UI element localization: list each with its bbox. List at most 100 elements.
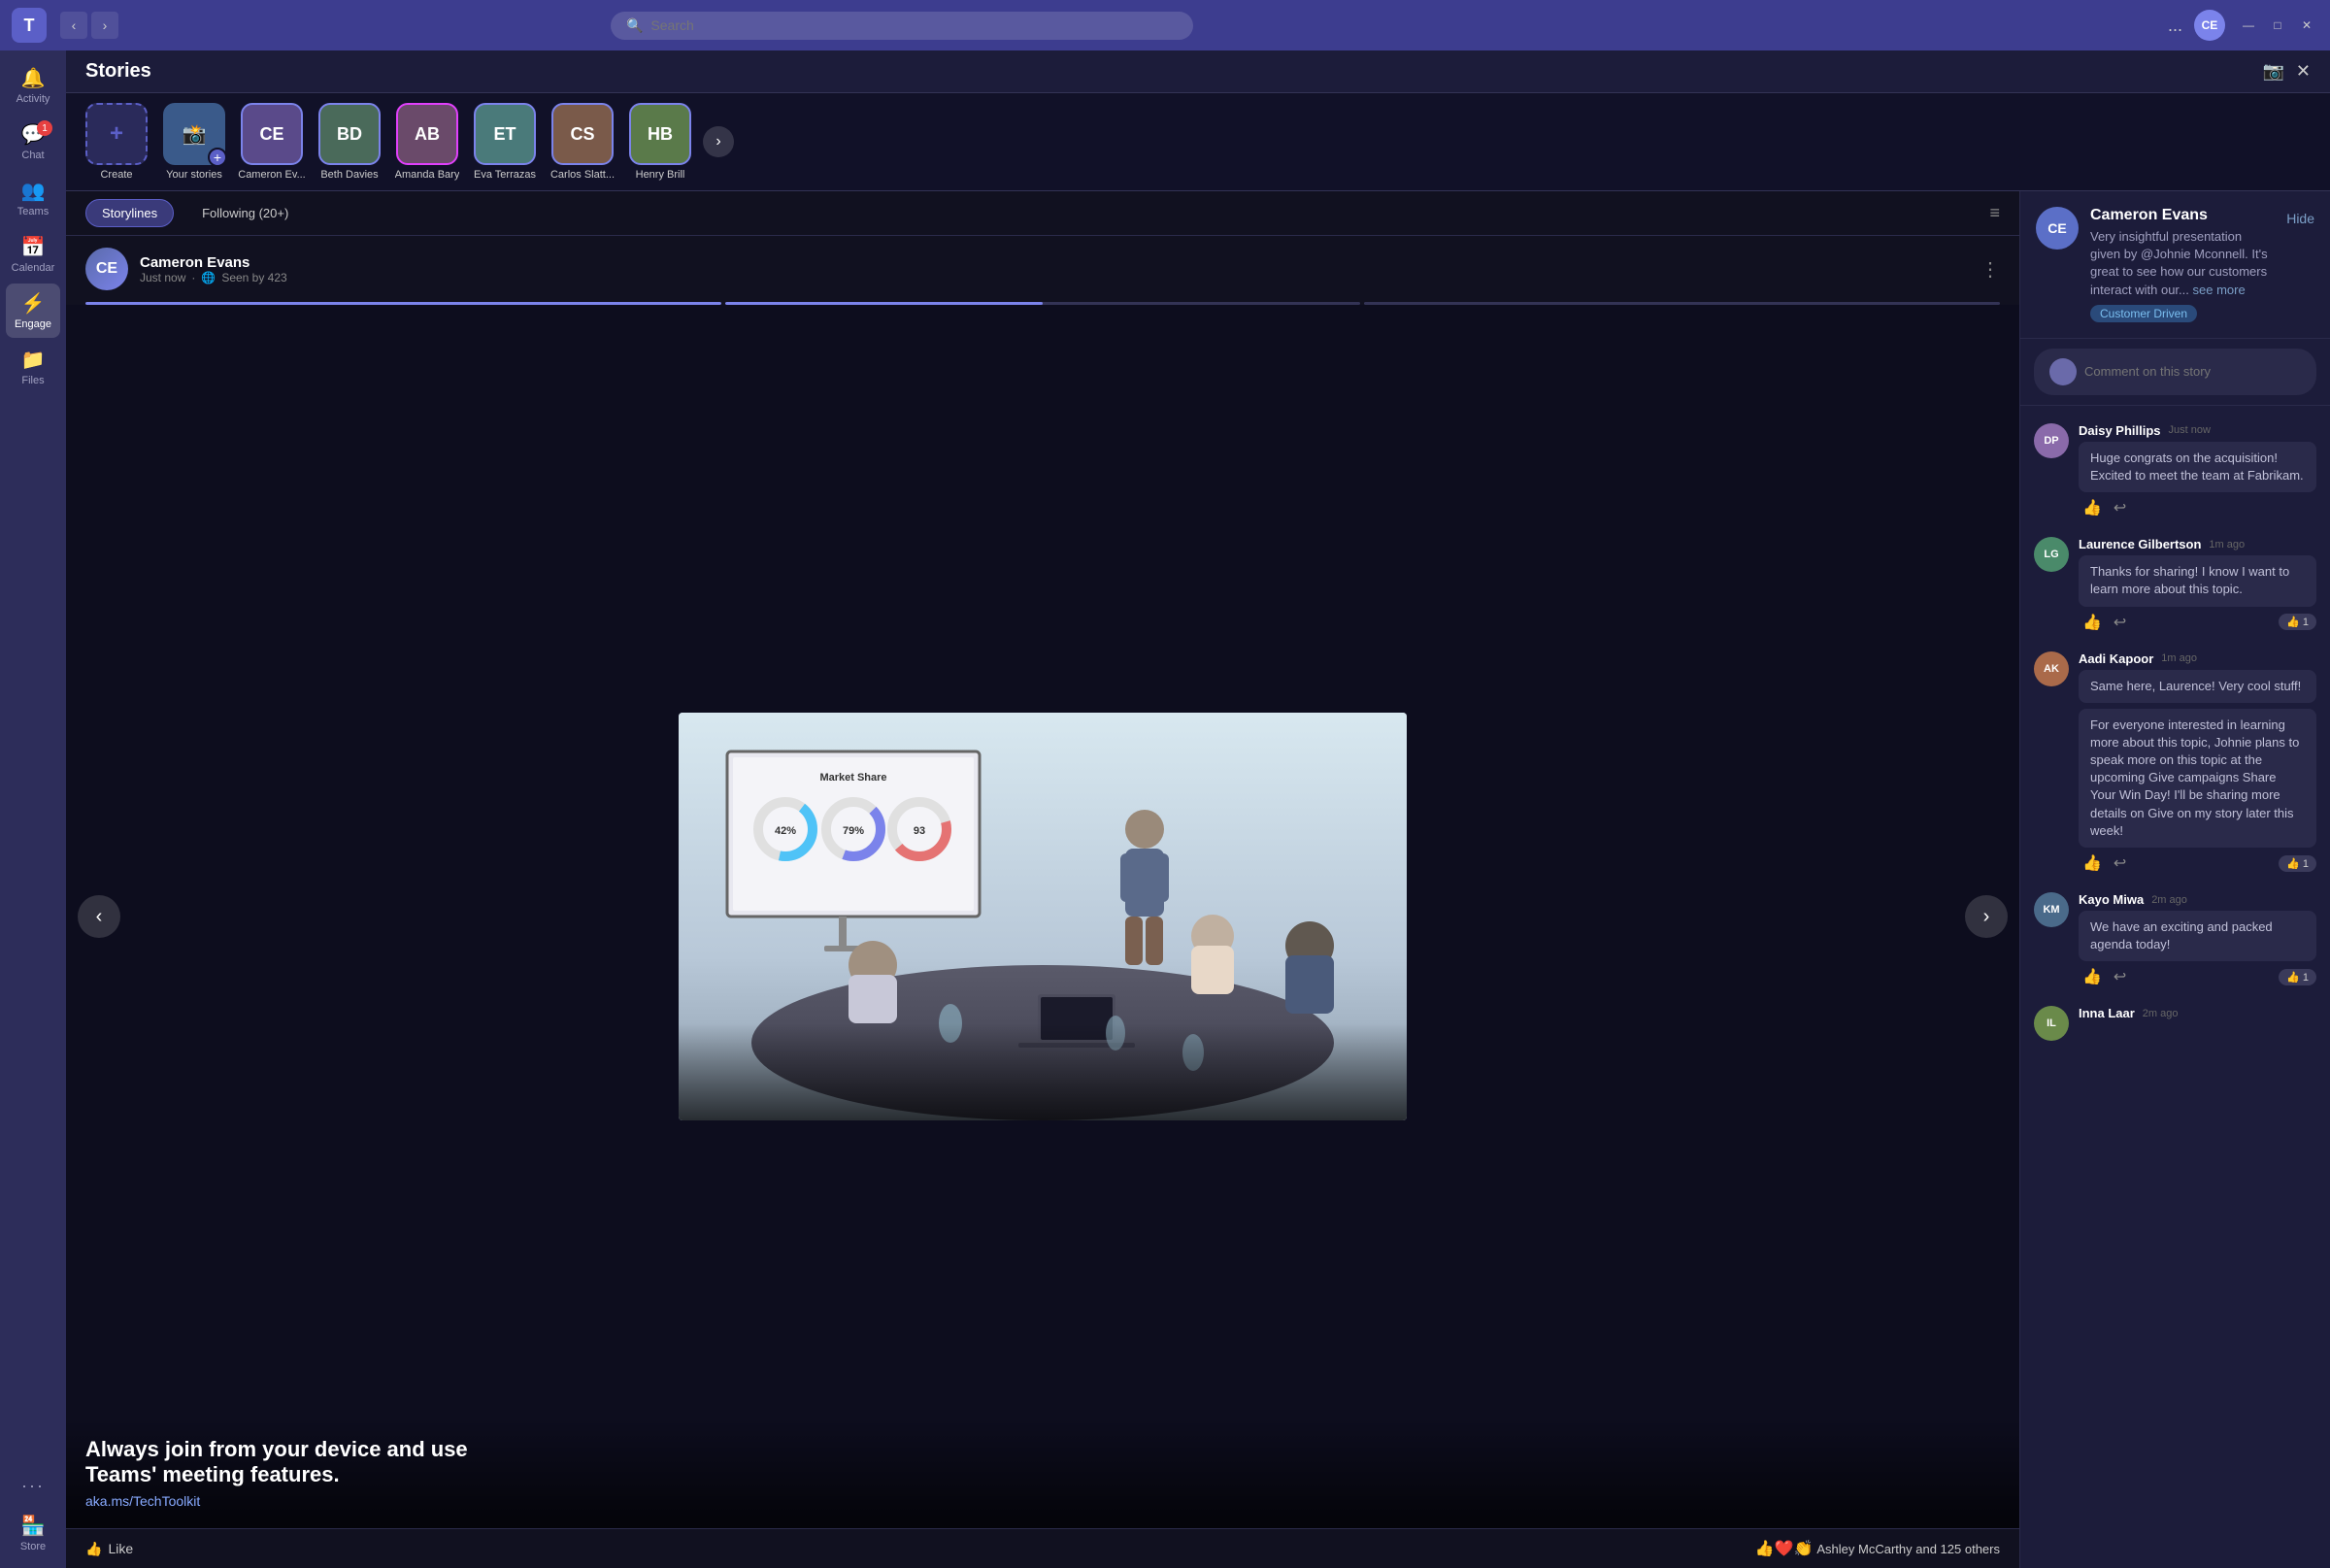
- panel-author-header: CE Cameron Evans Very insightful present…: [2020, 191, 2330, 339]
- nav-buttons[interactable]: ‹ ›: [60, 12, 118, 39]
- sidebar-item-label: Engage: [15, 318, 51, 330]
- comment-header: DP Daisy Phillips Just now Huge congrats…: [2034, 423, 2316, 517]
- minimize-button[interactable]: —: [2237, 14, 2260, 37]
- comment-item: DP Daisy Phillips Just now Huge congrats…: [2020, 414, 2330, 527]
- comment-actions: 👍 ↩ 👍 1: [2079, 967, 2316, 986]
- sidebar-item-label: Files: [21, 375, 44, 386]
- comment-author: Kayo Miwa: [2079, 892, 2144, 907]
- comment-reply-btn[interactable]: ↩: [2114, 498, 2126, 517]
- sidebar-item-more[interactable]: ···: [6, 1468, 60, 1504]
- your-stories-wrap: 📸 +: [163, 103, 225, 165]
- like-button[interactable]: 👍 Like: [85, 1541, 133, 1557]
- maximize-button[interactable]: □: [2266, 14, 2289, 37]
- story-eva-terrazas[interactable]: ET Eva Terrazas: [470, 103, 540, 181]
- see-more-link[interactable]: see more: [2193, 283, 2246, 297]
- filter-options-icon[interactable]: ≡: [1989, 203, 2000, 223]
- user-avatar[interactable]: CE: [2194, 10, 2225, 41]
- story-amanda-bary[interactable]: AB Amanda Bary: [392, 103, 462, 181]
- comment-header: LG Laurence Gilbertson 1m ago Thanks for…: [2034, 537, 2316, 631]
- teams-icon: 👥: [21, 179, 46, 203]
- sidebar-item-label: Chat: [21, 150, 44, 161]
- story-cameron-ev[interactable]: CE Cameron Ev...: [237, 103, 307, 181]
- comment-reply-btn[interactable]: ↩: [2114, 967, 2126, 986]
- story-beth-davies[interactable]: BD Beth Davies: [315, 103, 384, 181]
- close-stories-icon[interactable]: ✕: [2296, 61, 2311, 82]
- reaction-text: Ashley McCarthy and 125 others: [1816, 1542, 2000, 1556]
- comment-author: Aadi Kapoor: [2079, 651, 2153, 666]
- comment-body: Kayo Miwa 2m ago We have an exciting and…: [2079, 892, 2316, 986]
- carlos-wrap: CS: [551, 103, 614, 165]
- comment-actions: 👍 ↩: [2079, 498, 2316, 517]
- search-bar[interactable]: 🔍: [611, 12, 1193, 40]
- comment-like-btn[interactable]: 👍: [2082, 853, 2102, 873]
- comment-meta: Daisy Phillips Just now: [2079, 423, 2316, 438]
- comment-like-btn[interactable]: 👍: [2082, 967, 2102, 986]
- tab-storylines[interactable]: Storylines: [85, 199, 174, 227]
- post-author-avatar: CE: [85, 248, 128, 290]
- carlos-avatar: CS: [551, 103, 614, 165]
- sidebar-item-label: Store: [20, 1541, 46, 1552]
- sidebar-item-teams[interactable]: 👥 Teams: [6, 171, 60, 225]
- stories-nav-right[interactable]: ›: [703, 126, 734, 157]
- eva-label: Eva Terrazas: [474, 169, 536, 181]
- sidebar-item-chat[interactable]: 💬 Chat 1: [6, 115, 60, 169]
- comment-input[interactable]: [2084, 364, 2301, 379]
- comment-reply-btn[interactable]: ↩: [2114, 613, 2126, 632]
- like-bar: 👍 Like 👍❤️👏 Ashley McCarthy and 125 othe…: [66, 1528, 2019, 1568]
- customer-driven-tag[interactable]: Customer Driven: [2090, 305, 2197, 322]
- reaction-emojis: 👍❤️👏: [1755, 1539, 1814, 1558]
- story-carlos-slatt[interactable]: CS Carlos Slatt...: [548, 103, 617, 181]
- comment-input-box[interactable]: [2034, 349, 2316, 395]
- reactions: 👍❤️👏 Ashley McCarthy and 125 others: [1755, 1539, 2000, 1558]
- sidebar-item-store[interactable]: 🏪 Store: [6, 1506, 60, 1560]
- comment-reply-btn[interactable]: ↩: [2114, 853, 2126, 873]
- post-author-name: Cameron Evans: [140, 254, 1969, 271]
- henry-wrap: HB: [629, 103, 691, 165]
- comment-time: 1m ago: [2161, 652, 2197, 664]
- stories-header: Stories 📷 ✕: [66, 50, 2330, 93]
- tab-following[interactable]: Following (20+): [185, 199, 305, 227]
- camera-icon[interactable]: 📷: [2262, 61, 2283, 82]
- story-your-stories[interactable]: 📸 + Your stories: [159, 103, 229, 181]
- store-icon: 🏪: [21, 1514, 46, 1538]
- window-controls[interactable]: — □ ✕: [2237, 14, 2318, 37]
- files-icon: 📁: [21, 348, 46, 372]
- sidebar-item-engage[interactable]: ⚡ Engage: [6, 284, 60, 338]
- story-henry-brill[interactable]: HB Henry Brill: [625, 103, 695, 181]
- comment-time: 2m ago: [2151, 894, 2187, 906]
- svg-text:42%: 42%: [775, 825, 796, 837]
- cameron-wrap: CE: [241, 103, 303, 165]
- back-button[interactable]: ‹: [60, 12, 87, 39]
- comment-header: IL Inna Laar 2m ago: [2034, 1006, 2316, 1041]
- forward-button[interactable]: ›: [91, 12, 118, 39]
- story-link[interactable]: aka.ms/TechToolkit: [85, 1493, 2000, 1509]
- story-image: Market Share 42% 79% 93: [679, 713, 1407, 1120]
- sidebar-item-files[interactable]: 📁 Files: [6, 340, 60, 394]
- post-options-icon[interactable]: ⋮: [1980, 257, 2000, 282]
- comment-time: 1m ago: [2209, 539, 2245, 550]
- page-title: Stories: [85, 60, 2262, 83]
- carlos-label: Carlos Slatt...: [550, 169, 615, 181]
- search-input[interactable]: [650, 17, 1178, 33]
- sidebar-item-activity[interactable]: 🔔 Activity: [6, 58, 60, 113]
- like-label: Like: [108, 1541, 133, 1556]
- comment-panel: CE Cameron Evans Very insightful present…: [2019, 191, 2330, 1568]
- story-create[interactable]: + Create: [82, 103, 151, 181]
- title-bar: T ‹ › 🔍 ... CE — □ ✕: [0, 0, 2330, 50]
- close-button[interactable]: ✕: [2295, 14, 2318, 37]
- comment-author: Inna Laar: [2079, 1006, 2135, 1020]
- create-avatar: +: [85, 103, 148, 165]
- story-next-button[interactable]: ›: [1965, 895, 2008, 938]
- inna-avatar: IL: [2034, 1006, 2069, 1041]
- hide-button[interactable]: Hide: [2286, 207, 2314, 226]
- comment-body: Daisy Phillips Just now Huge congrats on…: [2079, 423, 2316, 517]
- menu-dots[interactable]: ...: [2168, 16, 2182, 36]
- comment-meta: Laurence Gilbertson 1m ago: [2079, 537, 2316, 551]
- sidebar-item-calendar[interactable]: 📅 Calendar: [6, 227, 60, 282]
- like-count: 👍 1: [2279, 614, 2316, 630]
- comment-body: Aadi Kapoor 1m ago Same here, Laurence! …: [2079, 651, 2316, 874]
- comment-text-long: For everyone interested in learning more…: [2079, 709, 2316, 848]
- comment-like-btn[interactable]: 👍: [2082, 498, 2102, 517]
- story-prev-button[interactable]: ‹: [78, 895, 120, 938]
- comment-like-btn[interactable]: 👍: [2082, 613, 2102, 632]
